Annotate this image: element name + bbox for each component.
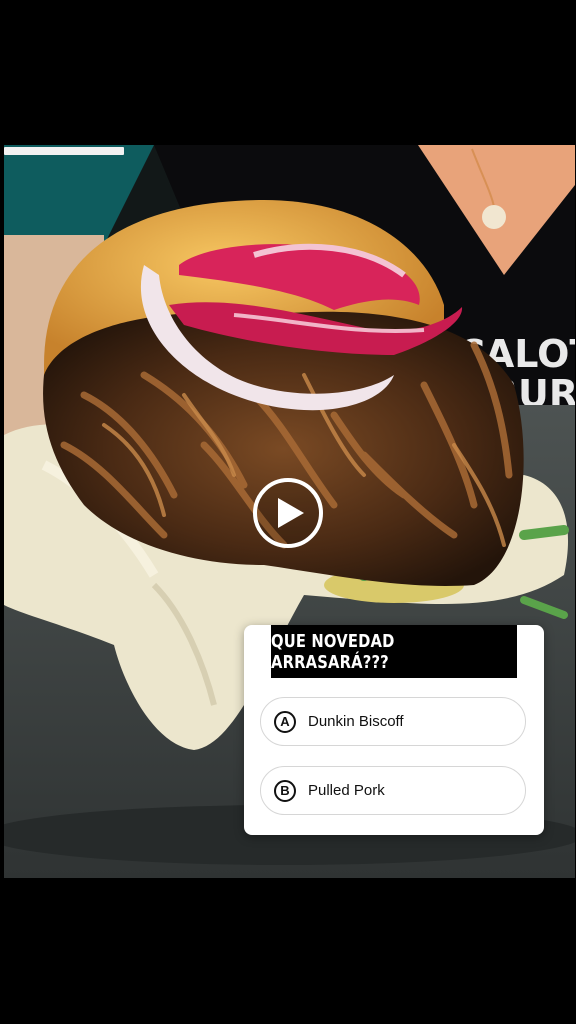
play-button[interactable] (253, 478, 323, 548)
poll-option-a[interactable]: A Dunkin Biscoff (260, 697, 526, 746)
option-letter-badge: A (274, 710, 296, 733)
story-progress-bar (4, 147, 124, 155)
play-icon (278, 498, 304, 528)
option-label: Dunkin Biscoff (308, 713, 404, 730)
poll-question: QUE NOVEDAD ARRASARÁ??? (271, 625, 517, 678)
poll-sticker: QUE NOVEDAD ARRASARÁ??? A Dunkin Biscoff… (244, 625, 544, 835)
option-label: Pulled Pork (308, 782, 385, 799)
poll-option-b[interactable]: B Pulled Pork (260, 766, 526, 815)
option-letter-badge: B (274, 779, 296, 802)
